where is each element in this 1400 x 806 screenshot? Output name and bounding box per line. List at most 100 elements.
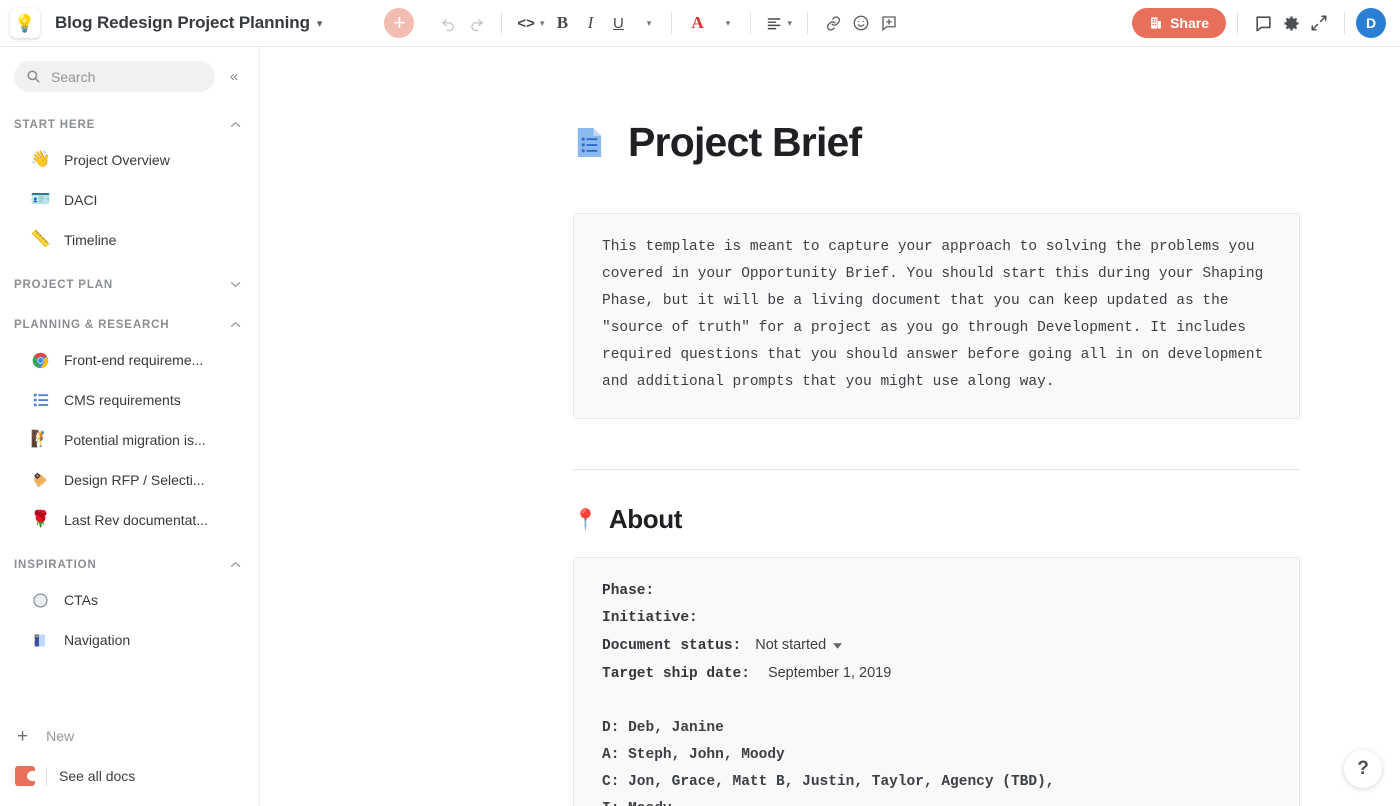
field-document-status: Document status: Not started — [602, 632, 1271, 660]
document-page-icon[interactable] — [573, 126, 606, 159]
comment-plus-icon — [882, 16, 896, 32]
bold-button[interactable]: B — [548, 8, 576, 38]
italic-icon: I — [587, 13, 594, 32]
sidebar-item-navigation[interactable]: Navigation — [0, 620, 259, 660]
waving-hand-icon: 👋 — [30, 151, 51, 168]
sidebar-item-label: Navigation — [64, 632, 131, 648]
divider — [46, 766, 47, 786]
chevron-up-icon — [230, 561, 241, 568]
field-label: Document status: — [602, 638, 742, 654]
chevron-down-icon — [230, 281, 241, 288]
climber-icon: 🧗 — [30, 431, 51, 448]
see-all-docs-button[interactable]: See all docs — [0, 756, 259, 796]
sidebar-footer: + New See all docs — [0, 710, 259, 806]
circle-icon — [31, 592, 50, 609]
search-placeholder: Search — [51, 68, 96, 85]
field-label: Initiative: — [602, 610, 698, 626]
field-label: Target ship date: — [602, 666, 750, 682]
intro-text: This template is meant to capture your a… — [602, 239, 1264, 390]
id-card-icon: 🪪 — [30, 191, 51, 208]
about-heading: About — [608, 504, 682, 534]
page-title: Project Brief — [628, 119, 862, 165]
redo-button[interactable] — [462, 8, 490, 38]
document-body: Project Brief This template is meant to … — [260, 47, 1400, 806]
app-root: 💡 Blog Redesign Project Planning ▾ + <> … — [0, 0, 1400, 806]
sidebar-item-front-end-requirements[interactable]: Front-end requireme... — [0, 340, 259, 380]
comments-button[interactable] — [1249, 8, 1277, 38]
insert-add-button[interactable]: + — [384, 8, 415, 38]
underline-icon: U — [613, 14, 624, 32]
circle-glyph — [33, 592, 48, 608]
toolbar-divider — [501, 12, 503, 34]
sidebar-section-start-here[interactable]: START HERE — [0, 109, 259, 140]
document-title: Blog Redesign Project Planning — [55, 13, 310, 32]
block-type-button[interactable]: <> ▾ — [513, 8, 548, 38]
chevron-down-icon: ▾ — [646, 17, 652, 28]
see-all-docs-label: See all docs — [59, 768, 136, 784]
toolbar-divider — [671, 12, 673, 34]
document-bulb-icon[interactable]: 💡 — [10, 8, 40, 38]
sidebar-item-label: Design RFP / Selecti... — [64, 472, 205, 488]
search-input[interactable]: Search — [14, 61, 215, 92]
rose-icon: 🌹 — [30, 511, 51, 528]
sidebar-item-timeline[interactable]: 📏 Timeline — [0, 220, 259, 260]
sidebar-item-cms-requirements[interactable]: CMS requirements — [0, 380, 259, 420]
about-heading-row: 📍 About — [573, 504, 1300, 535]
sidebar-section-inspiration[interactable]: INSPIRATION — [0, 549, 259, 580]
sidebar-item-label: Project Overview — [64, 152, 170, 168]
document-title-menu[interactable]: Blog Redesign Project Planning ▾ — [40, 13, 322, 33]
sidebar: Search « START HERE 👋 Project Overview 🪪… — [0, 47, 260, 806]
about-callout[interactable]: Phase: Initiative: Document status: Not … — [573, 557, 1300, 806]
user-avatar[interactable]: D — [1356, 8, 1386, 38]
settings-button[interactable] — [1277, 8, 1305, 38]
sidebar-item-last-rev-documentation[interactable]: 🌹 Last Rev documentat... — [0, 500, 259, 540]
target-ship-date-value[interactable]: September 1, 2019 — [768, 660, 891, 687]
sidebar-item-label: Timeline — [64, 232, 117, 248]
text-style-more-button[interactable]: ▾ — [632, 8, 660, 38]
align-left-icon — [768, 18, 781, 30]
new-doc-button[interactable]: + New — [0, 716, 259, 756]
sidebar-item-design-rfp-selection[interactable]: Design RFP / Selecti... — [0, 460, 259, 500]
sidebar-section-project-plan[interactable]: PROJECT PLAN — [0, 269, 259, 300]
sidebar-section-planning-research[interactable]: PLANNING & RESEARCH — [0, 309, 259, 340]
document-canvas: Project Brief This template is meant to … — [260, 47, 1400, 806]
plus-icon: + — [17, 725, 29, 747]
toolbar-divider — [807, 12, 808, 34]
share-button[interactable]: Share — [1132, 8, 1226, 38]
align-button[interactable]: ▾ — [762, 8, 796, 38]
section-title: START HERE — [14, 118, 96, 131]
add-comment-button[interactable] — [875, 8, 903, 38]
italic-button[interactable]: I — [576, 8, 604, 38]
sidebar-item-daci[interactable]: 🪪 DACI — [0, 180, 259, 220]
sidebar-item-project-overview[interactable]: 👋 Project Overview — [0, 140, 259, 180]
text-color-button[interactable]: A — [683, 8, 711, 38]
section-divider — [573, 469, 1300, 470]
field-target-ship-date: Target ship date: September 1, 2019 — [602, 660, 1271, 688]
head-gear-icon — [31, 472, 50, 489]
sidebar-item-ctas[interactable]: CTAs — [0, 580, 259, 620]
building-icon — [1151, 17, 1161, 29]
undo-button[interactable] — [434, 8, 462, 38]
intro-callout[interactable]: This template is meant to capture your a… — [573, 213, 1300, 419]
emoji-button[interactable] — [847, 8, 875, 38]
sidebar-item-potential-migration-issues[interactable]: 🧗 Potential migration is... — [0, 420, 259, 460]
chevron-up-icon — [230, 321, 241, 328]
document-status-dropdown[interactable]: Not started — [755, 632, 843, 659]
help-button[interactable]: ? — [1344, 750, 1382, 788]
chevron-down-icon: ▾ — [539, 17, 545, 28]
daci-line-i: I: Moody — [602, 796, 1271, 806]
text-color-more-button[interactable]: ▾ — [711, 8, 739, 38]
field-label: Phase: — [602, 583, 655, 599]
sidebar-item-label: DACI — [64, 192, 98, 208]
code-brackets-icon: <> — [517, 14, 535, 32]
field-phase: Phase: — [602, 578, 1271, 605]
collapse-sidebar-button[interactable]: « — [221, 64, 247, 90]
link-button[interactable] — [819, 8, 847, 38]
sidebar-item-label: Front-end requireme... — [64, 352, 204, 368]
sidebar-item-label: CTAs — [64, 592, 98, 608]
underline-button[interactable]: U — [604, 8, 632, 38]
fullscreen-button[interactable] — [1305, 8, 1333, 38]
sidebar-nav: START HERE 👋 Project Overview 🪪 DACI 📏 T… — [0, 102, 259, 710]
bold-icon: B — [556, 13, 569, 32]
